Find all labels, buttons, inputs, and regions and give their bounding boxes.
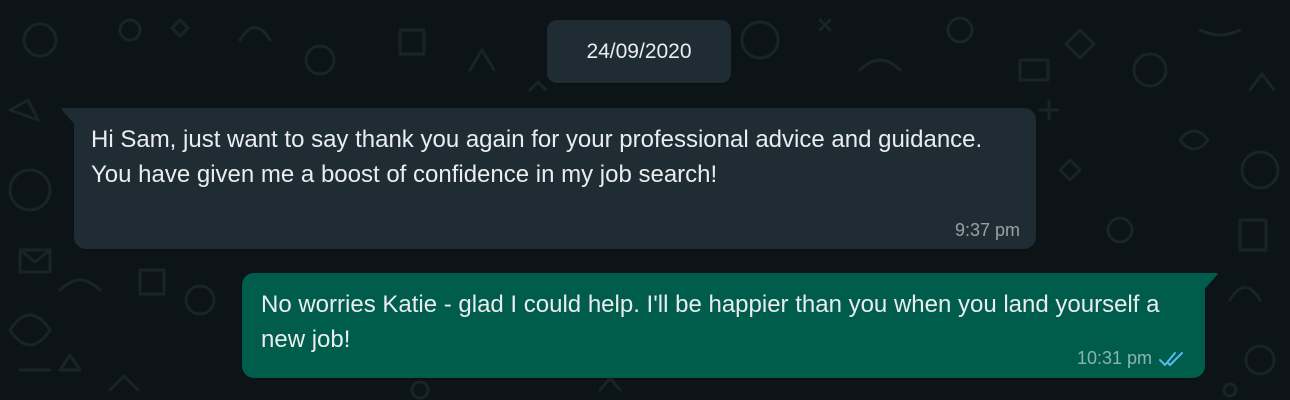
message-meta: 9:37 pm: [955, 219, 1020, 241]
outgoing-bubble-tail: [1203, 273, 1218, 291]
message-time: 9:37 pm: [954, 220, 1020, 240]
date-divider: 24/09/2020: [547, 20, 731, 83]
message-time: 10:31 pm: [1076, 348, 1152, 368]
incoming-message-bubble[interactable]: Hi Sam, just want to say thank you again…: [61, 108, 1036, 249]
message-meta: 10:31 pm: [1077, 347, 1186, 369]
incoming-bubble-tail: [61, 108, 76, 126]
message-text: No worries Katie - glad I could help. I'…: [261, 291, 1167, 353]
message-text: Hi Sam, just want to say thank you again…: [91, 126, 996, 188]
double-check-read-icon: [1158, 350, 1186, 366]
outgoing-message-bubble[interactable]: No worries Katie - glad I could help. I'…: [242, 273, 1218, 378]
